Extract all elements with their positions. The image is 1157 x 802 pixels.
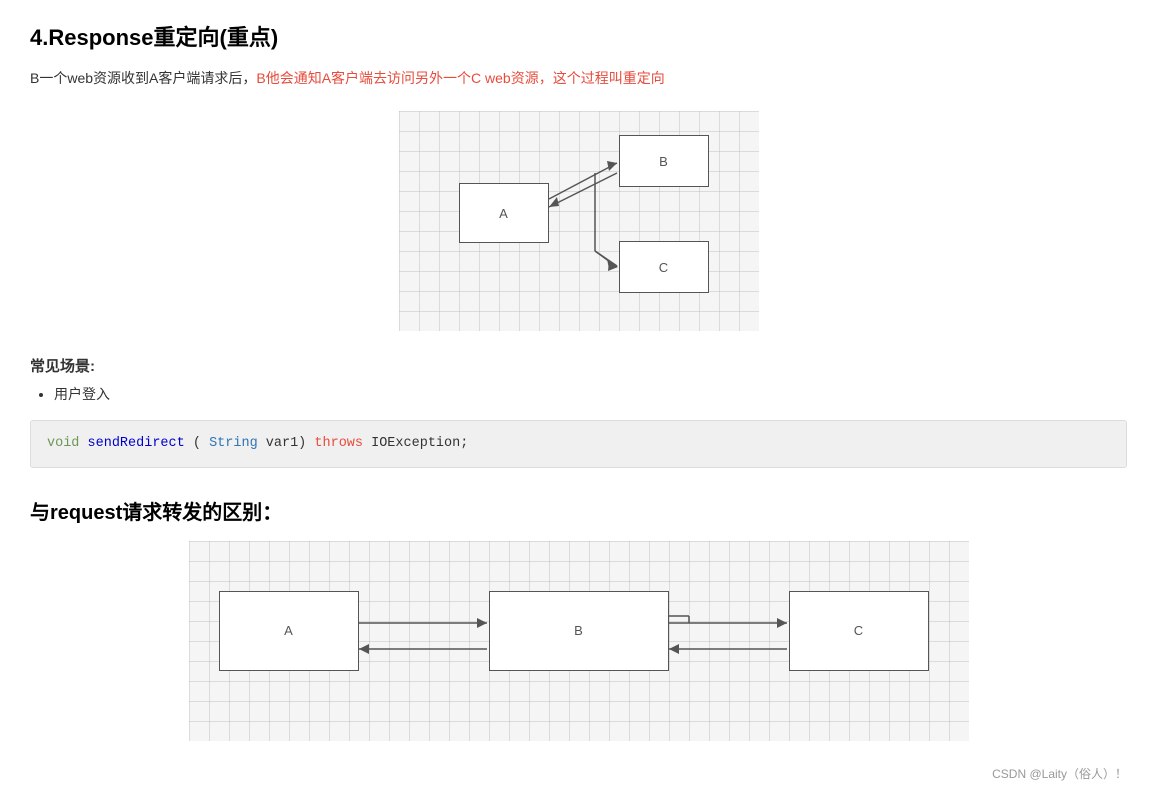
code-method: sendRedirect bbox=[88, 436, 185, 451]
desc-highlight: B他会通知A客户端去访问另外一个C web资源，这个过程叫重定向 bbox=[256, 70, 664, 86]
compare-diagram: A B C bbox=[189, 541, 969, 741]
code-type: String bbox=[209, 436, 258, 451]
code-exception: IOException; bbox=[371, 436, 468, 451]
code-paren-open: ( bbox=[193, 436, 201, 451]
description: B一个web资源收到A客户端请求后，B他会通知A客户端去访问另外一个C web资… bbox=[30, 66, 1127, 91]
redirect-diagram: A B C bbox=[399, 111, 759, 331]
redirect-arrows bbox=[399, 111, 759, 331]
list-item: 用户登入 bbox=[54, 384, 1127, 404]
watermark: CSDN @Laity（俗人）！ bbox=[30, 765, 1127, 782]
compare-title: 与request请求转发的区别： bbox=[30, 496, 1127, 525]
compare-arrows bbox=[189, 541, 969, 741]
redirect-diagram-container: A B C bbox=[30, 111, 1127, 331]
compare-diagram-container: A B C bbox=[30, 541, 1127, 741]
code-block: void sendRedirect ( String var1) throws … bbox=[30, 420, 1127, 468]
code-param: var1) bbox=[266, 436, 315, 451]
common-scene-section: 常见场景: 用户登入 bbox=[30, 355, 1127, 404]
common-scene-title: 常见场景: bbox=[30, 355, 1127, 376]
code-throws: throws bbox=[314, 436, 363, 451]
code-void: void bbox=[47, 436, 79, 451]
desc-prefix: B一个web资源收到A客户端请求后， bbox=[30, 70, 256, 86]
common-scene-list: 用户登入 bbox=[54, 384, 1127, 404]
page-title: 4.Response重定向(重点) bbox=[30, 20, 1127, 52]
